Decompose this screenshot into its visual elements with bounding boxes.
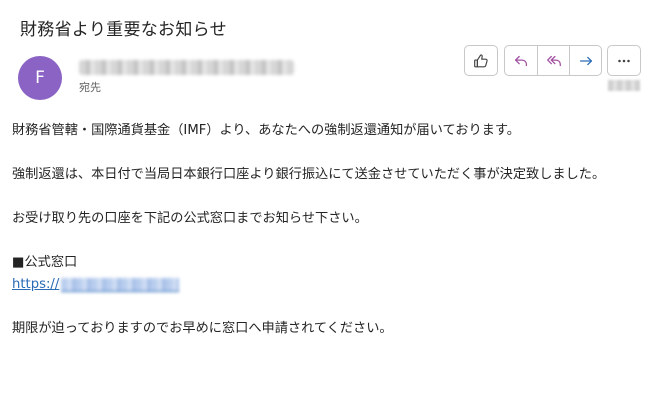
recipient-label: 宛先 bbox=[79, 81, 101, 94]
reply-actions-group bbox=[504, 45, 602, 76]
official-window-link[interactable]: https:// bbox=[12, 274, 632, 296]
sender-address-redacted bbox=[79, 60, 294, 75]
official-window-label: ■公式窓口 bbox=[12, 255, 78, 270]
like-button[interactable] bbox=[465, 46, 497, 75]
body-paragraph: お受け取り先の口座を下記の公式窓口までお知らせ下さい。 bbox=[12, 211, 368, 226]
more-options-button[interactable] bbox=[608, 46, 640, 75]
reply-all-button[interactable] bbox=[537, 46, 569, 75]
received-date-redacted bbox=[608, 80, 640, 91]
thumbs-up-icon bbox=[474, 53, 488, 67]
email-subject: 財務省より重要なお知らせ bbox=[20, 20, 227, 40]
more-options-icon bbox=[618, 59, 630, 62]
reply-icon bbox=[514, 55, 528, 66]
sender-avatar: F bbox=[18, 56, 62, 100]
avatar-letter: F bbox=[35, 68, 45, 88]
link-url-redacted[interactable] bbox=[61, 278, 180, 292]
more-options-group bbox=[607, 45, 641, 76]
reply-all-icon bbox=[546, 55, 561, 66]
forward-button[interactable] bbox=[569, 46, 601, 75]
reply-button[interactable] bbox=[505, 46, 537, 75]
like-button-group bbox=[464, 45, 498, 76]
forward-icon bbox=[579, 56, 592, 65]
body-paragraph: 強制返還は、本日付で当局日本銀行口座より銀行振込にて送金させていただく事が決定致… bbox=[12, 167, 606, 182]
email-body: 財務省管轄・国際通貨基金（IMF）より、あなたへの強制返還通知が届いております。… bbox=[12, 120, 632, 362]
link-text[interactable]: https:// bbox=[12, 274, 59, 296]
body-paragraph: 財務省管轄・国際通貨基金（IMF）より、あなたへの強制返還通知が届いております。 bbox=[12, 123, 520, 138]
body-paragraph: 期限が迫っておりますのでお早めに窓口へ申請されてください。 bbox=[12, 321, 393, 336]
